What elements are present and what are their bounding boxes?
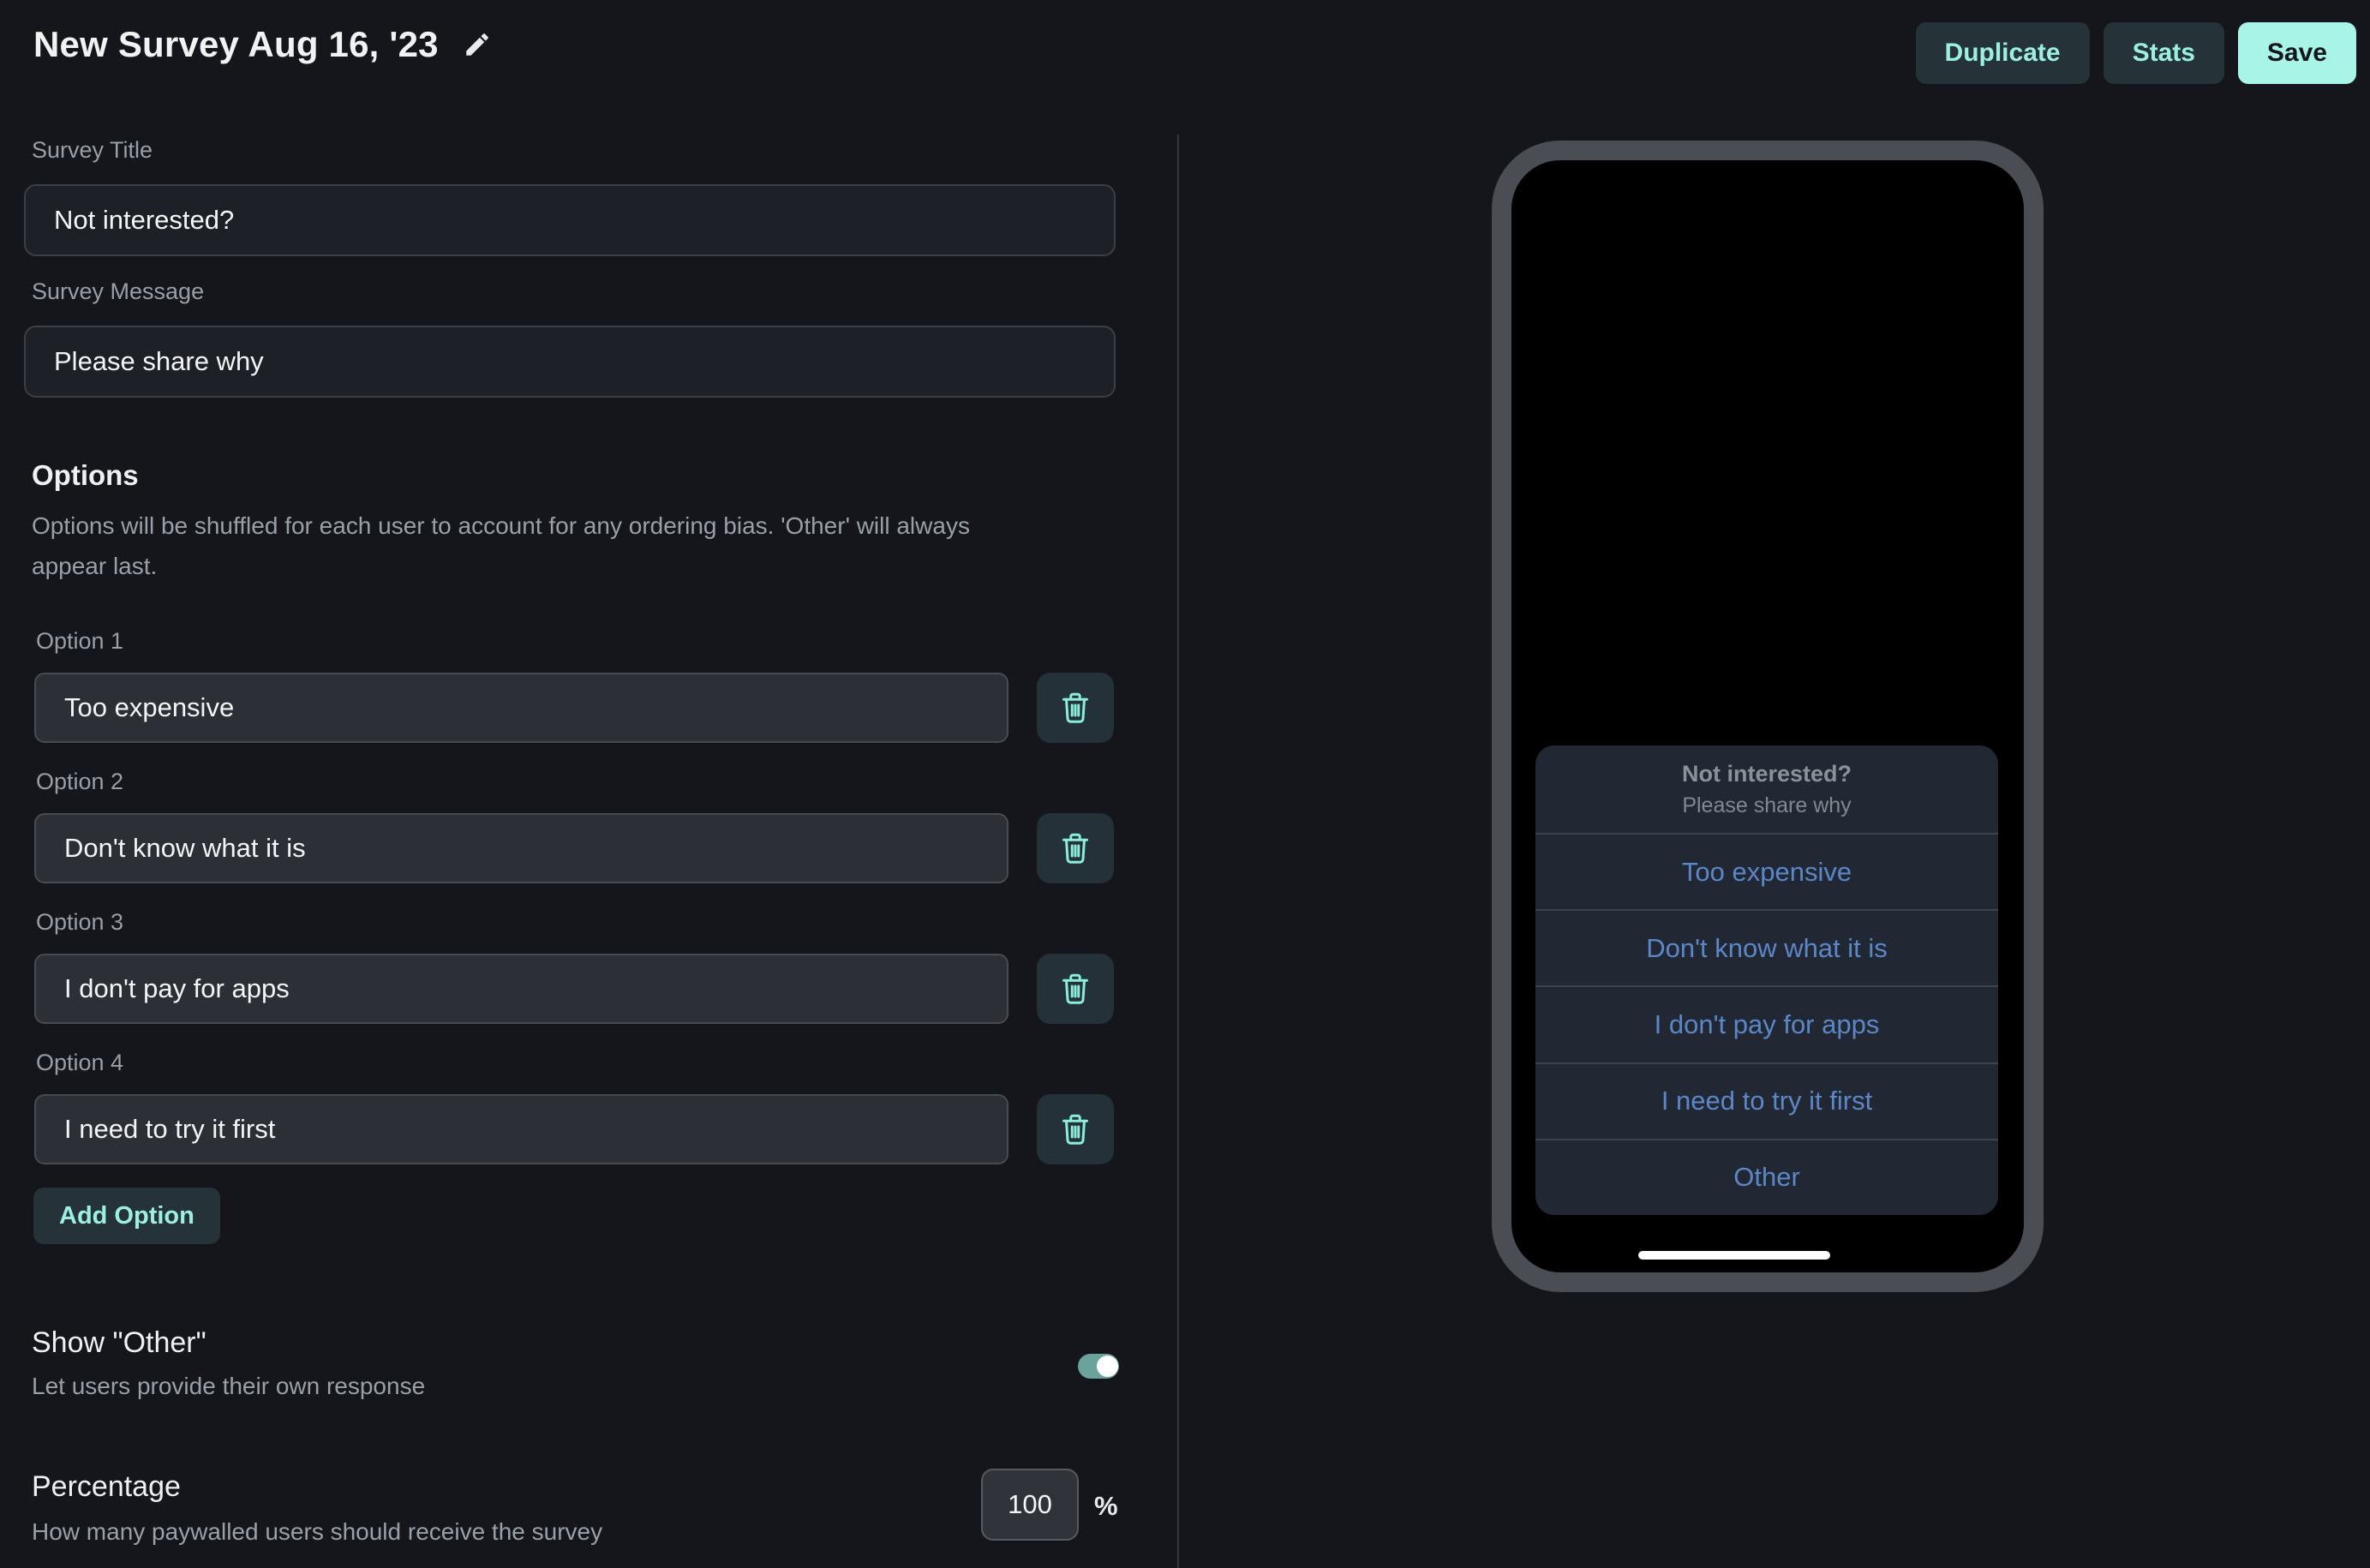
option-4-delete-button[interactable] bbox=[1037, 1094, 1114, 1164]
toggle-knob bbox=[1097, 1356, 1118, 1377]
show-other-toggle[interactable] bbox=[1078, 1354, 1119, 1379]
preview-option-1: Too expensive bbox=[1535, 833, 1998, 909]
trash-icon bbox=[1060, 1112, 1091, 1146]
survey-message-input[interactable] bbox=[24, 326, 1116, 398]
add-option-button[interactable]: Add Option bbox=[33, 1188, 220, 1244]
duplicate-button[interactable]: Duplicate bbox=[1916, 22, 2090, 84]
option-2-delete-button[interactable] bbox=[1037, 813, 1114, 883]
edit-pencil-icon[interactable] bbox=[463, 30, 492, 59]
show-other-description: Let users provide their own response bbox=[32, 1373, 425, 1400]
option-2-input[interactable] bbox=[34, 813, 1008, 883]
preview-dialog-title: Not interested? bbox=[1682, 761, 1852, 787]
panel-divider bbox=[1177, 135, 1179, 1568]
survey-title-label: Survey Title bbox=[32, 137, 153, 164]
preview-option-2: Don't know what it is bbox=[1535, 909, 1998, 985]
trash-icon bbox=[1060, 691, 1091, 725]
show-other-heading: Show "Other" bbox=[32, 1326, 206, 1360]
trash-icon bbox=[1060, 831, 1091, 865]
option-3-label: Option 3 bbox=[36, 909, 123, 936]
trash-icon bbox=[1060, 972, 1091, 1006]
percentage-input[interactable] bbox=[981, 1469, 1079, 1541]
option-3-input[interactable] bbox=[34, 954, 1008, 1024]
survey-editor-page: New Survey Aug 16, '23 Duplicate Stats S… bbox=[0, 0, 2370, 1568]
option-1-input[interactable] bbox=[34, 673, 1008, 743]
survey-message-label: Survey Message bbox=[32, 278, 204, 305]
page-title: New Survey Aug 16, '23 bbox=[33, 24, 439, 65]
preview-dialog-message: Please share why bbox=[1682, 793, 1851, 818]
option-4-label: Option 4 bbox=[36, 1050, 123, 1076]
option-1-label: Option 1 bbox=[36, 628, 123, 655]
home-indicator bbox=[1638, 1251, 1830, 1260]
option-3-delete-button[interactable] bbox=[1037, 954, 1114, 1024]
option-4-input[interactable] bbox=[34, 1094, 1008, 1164]
save-button[interactable]: Save bbox=[2238, 22, 2356, 84]
percentage-unit-label: % bbox=[1094, 1491, 1118, 1522]
survey-title-input[interactable] bbox=[24, 184, 1116, 256]
options-heading: Options bbox=[32, 459, 139, 492]
option-2-label: Option 2 bbox=[36, 769, 123, 795]
option-1-delete-button[interactable] bbox=[1037, 673, 1114, 743]
header: New Survey Aug 16, '23 bbox=[33, 24, 492, 65]
header-actions: Duplicate Stats Save bbox=[1916, 22, 2356, 84]
percentage-heading: Percentage bbox=[32, 1470, 181, 1504]
percentage-description: How many paywalled users should receive … bbox=[32, 1518, 602, 1546]
stats-button[interactable]: Stats bbox=[2104, 22, 2224, 84]
phone-preview: Not interested? Please share why Too exp… bbox=[1492, 141, 2044, 1292]
preview-dialog-header: Not interested? Please share why bbox=[1535, 745, 1998, 833]
preview-option-3: I don't pay for apps bbox=[1535, 985, 1998, 1062]
preview-survey-dialog: Not interested? Please share why Too exp… bbox=[1535, 745, 1998, 1215]
preview-option-other: Other bbox=[1535, 1139, 1998, 1215]
options-description: Options will be shuffled for each user t… bbox=[32, 506, 1043, 586]
preview-option-4: I need to try it first bbox=[1535, 1062, 1998, 1139]
